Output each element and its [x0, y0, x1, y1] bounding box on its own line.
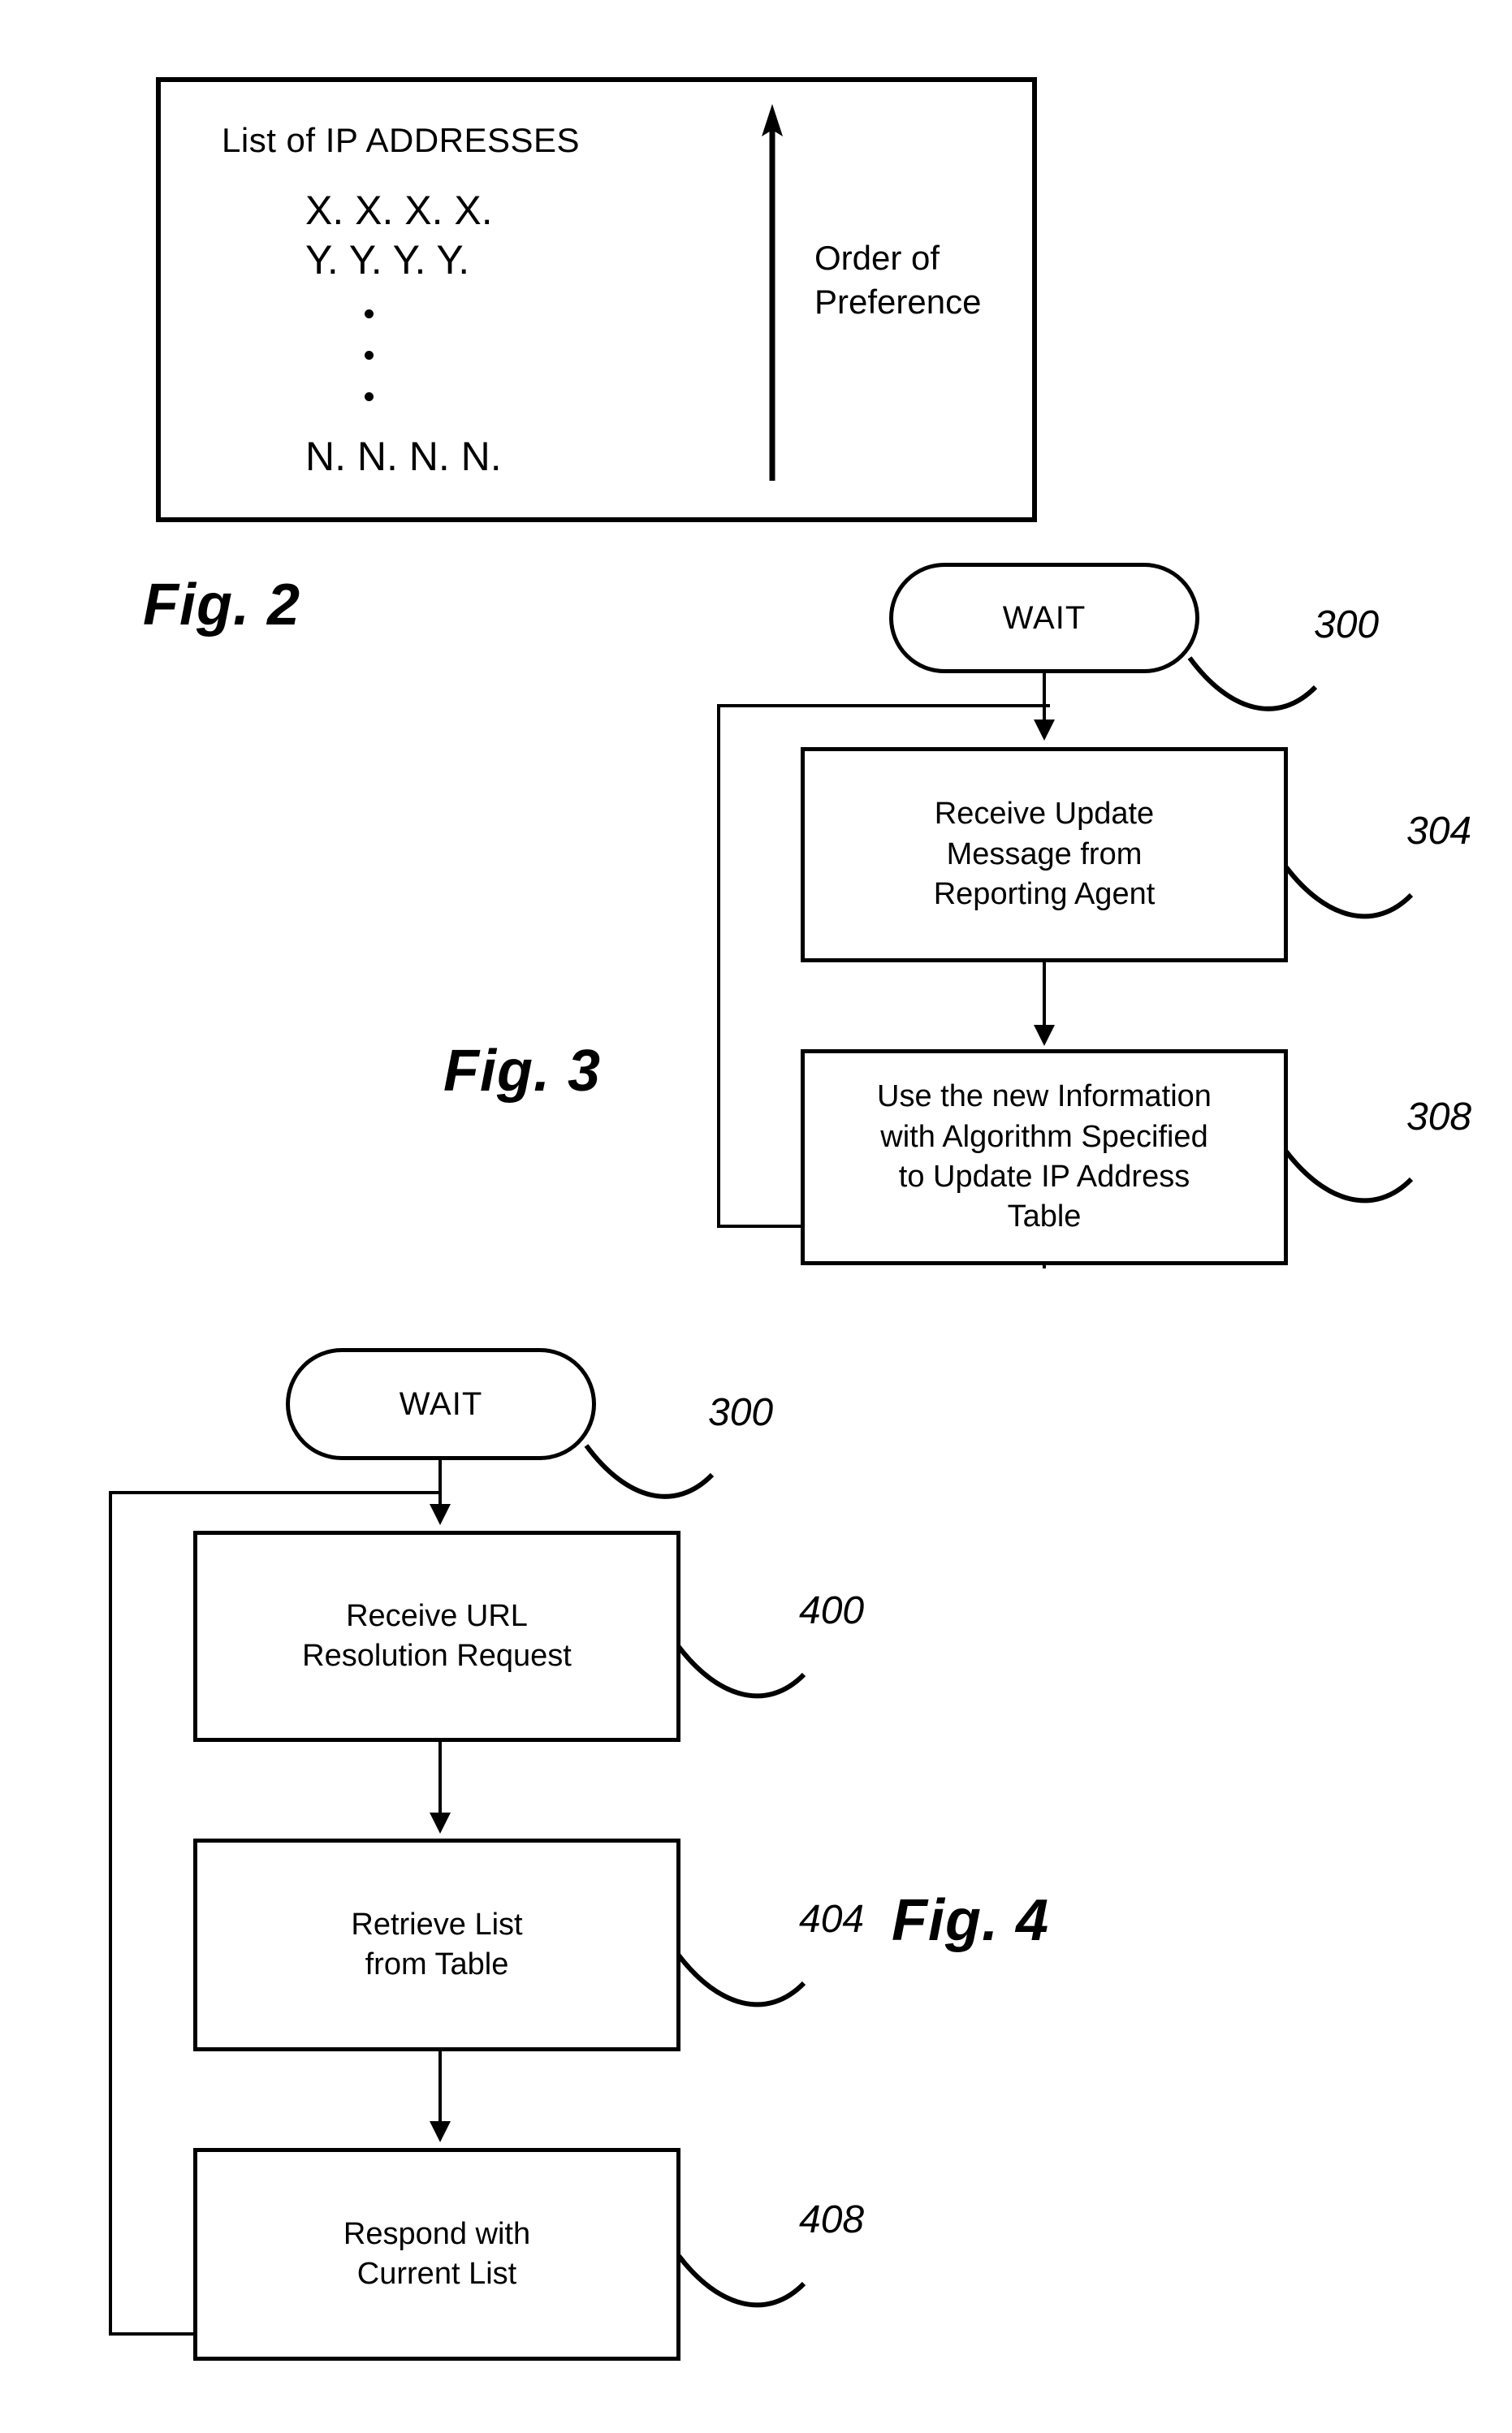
fig2-vertical-ellipsis-icon — [361, 309, 377, 407]
fig4-ref-400: 400 — [799, 1589, 865, 1632]
fig4-step-box-400: Receive URL Resolution Request — [193, 1531, 680, 1742]
fig4-connector-step2-to-step3 — [438, 2051, 442, 2129]
fig3-step1-line3: Reporting Agent — [933, 877, 1156, 912]
fig3-loopback-left-segment — [717, 704, 720, 1228]
fig4-ref-408-leader-line — [676, 2254, 806, 2308]
fig4-step-box-404: Retrieve List from Table — [193, 1839, 680, 2051]
fig4-ref-404: 404 — [799, 1898, 865, 1941]
fig4-step1-line2: Resolution Request — [302, 1639, 572, 1673]
fig3-arrowhead-step1 — [1034, 720, 1055, 741]
order-of-preference-arrow-icon — [762, 104, 783, 481]
fig3-loopback-top-segment — [717, 704, 1050, 707]
fig4-ref-408: 408 — [799, 2198, 865, 2241]
fig3-ref-304: 304 — [1406, 810, 1472, 853]
fig3-step1-line2: Message from — [946, 836, 1143, 871]
fig4-arrowhead-step1 — [430, 1504, 451, 1525]
patent-drawing-sheet: List of IP ADDRESSES X. X. X. X. Y. Y. Y… — [0, 0, 1512, 2433]
fig4-ref-300: 300 — [708, 1391, 774, 1434]
fig3-step1-line1: Receive Update — [934, 797, 1155, 832]
fig2-ip-entries: X. X. X. X. Y. Y. Y. Y. — [305, 186, 493, 285]
fig4-step1-line1: Receive URL — [346, 1598, 528, 1633]
fig3-step2-line3: to Update IP Address — [898, 1160, 1190, 1194]
fig4-step2-line1: Retrieve List — [351, 1907, 523, 1942]
fig3-wait-node: WAIT — [889, 563, 1199, 673]
fig3-ref-304-leader-line — [1284, 866, 1414, 919]
fig3-step2-line4: Table — [1007, 1199, 1082, 1234]
order-of-preference-line1: Order of — [814, 239, 940, 277]
fig4-ref-404-leader-line — [676, 1954, 806, 2007]
fig3-step-box-308: Use the new Information with Algorithm S… — [801, 1049, 1288, 1265]
fig4-loopback-top-segment — [109, 1491, 442, 1494]
fig2-ip-entry: X. X. X. X. — [305, 188, 493, 233]
fig3-ref-308-leader-line — [1284, 1150, 1414, 1204]
fig3-step-box-304: Receive Update Message from Reporting Ag… — [801, 747, 1288, 962]
fig3-ref-308: 308 — [1406, 1095, 1472, 1139]
fig4-step-box-408: Respond with Current List — [193, 2148, 680, 2361]
fig4-ref-400-leader-line — [676, 1645, 806, 1699]
fig4-wait-label: WAIT — [399, 1385, 483, 1422]
fig2-box-title: List of IP ADDRESSES — [222, 121, 581, 159]
fig4-step3-line2: Current List — [356, 2257, 517, 2291]
fig2-ip-entry: Y. Y. Y. Y. — [305, 237, 470, 283]
fig4-arrowhead-step2 — [430, 1813, 451, 1834]
fig3-ref-300: 300 — [1314, 603, 1380, 646]
order-of-preference-label: Order of Preference — [814, 236, 981, 324]
fig3-loopback-riser — [1043, 1265, 1046, 1268]
fig3-connector-wait-to-step1 — [1043, 673, 1046, 725]
fig4-connector-step1-to-step2 — [438, 1742, 442, 1820]
fig4-step2-line2: from Table — [365, 1947, 509, 1981]
fig2-ip-entry-last: N. N. N. N. — [305, 434, 502, 479]
fig4-caption: Fig. 4 — [892, 1888, 1050, 1953]
fig4-connector-wait-to-step1 — [438, 1460, 442, 1509]
fig4-arrowhead-step3 — [430, 2121, 451, 2142]
fig4-step3-line1: Respond with — [343, 2216, 531, 2251]
fig3-ref-300-leader-line — [1187, 656, 1318, 711]
order-of-preference-line2: Preference — [814, 282, 982, 321]
fig2-caption: Fig. 2 — [143, 573, 301, 637]
fig4-loopback-left-segment — [109, 1491, 112, 2336]
fig3-connector-step1-to-step2 — [1043, 962, 1046, 1032]
fig2-ip-address-table-box: List of IP ADDRESSES X. X. X. X. Y. Y. Y… — [156, 77, 1037, 522]
fig4-wait-node: WAIT — [286, 1348, 596, 1460]
fig3-step2-line2: with Algorithm Specified — [880, 1119, 1208, 1154]
fig3-arrowhead-step2 — [1034, 1025, 1055, 1046]
fig3-caption: Fig. 3 — [443, 1039, 602, 1104]
fig4-ref-300-leader-line — [584, 1444, 715, 1499]
fig3-step2-line1: Use the new Information — [877, 1079, 1212, 1114]
fig3-wait-label: WAIT — [1002, 599, 1086, 636]
